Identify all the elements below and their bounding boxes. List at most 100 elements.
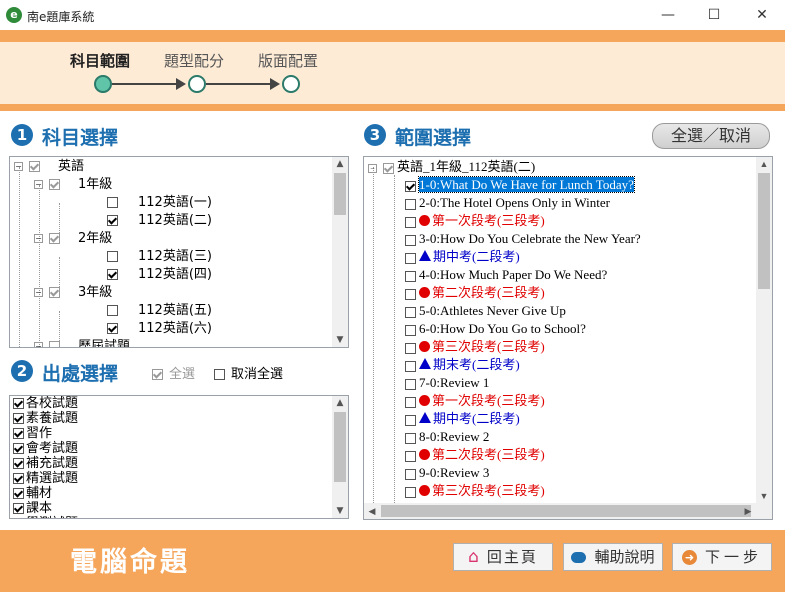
checkbox-icon[interactable] xyxy=(13,413,24,424)
checkbox-icon[interactable] xyxy=(405,216,416,228)
subject-tree-item[interactable]: 112英語(四) xyxy=(54,266,212,284)
checkbox-icon[interactable] xyxy=(13,398,24,409)
range-tree-vscrollbar[interactable]: ▲ ▼ xyxy=(756,157,772,503)
source-list-scrollbar[interactable]: ▲ ▼ xyxy=(332,396,348,518)
select-all-sources-checkbox[interactable]: 全選 xyxy=(152,363,195,382)
subject-tree-item[interactable]: − 1年級 xyxy=(34,176,112,194)
checkbox-icon[interactable] xyxy=(405,414,416,426)
checkbox-icon[interactable] xyxy=(405,486,416,498)
range-tree-item[interactable]: 8-0:Review 2 xyxy=(405,428,489,446)
subject-tree-item[interactable]: − 英語 xyxy=(14,158,84,176)
range-tree-item[interactable]: 第一次段考(三段考) xyxy=(405,392,545,410)
range-tree-item[interactable]: 第三次段考(三段考) xyxy=(405,482,545,500)
checkbox-icon[interactable] xyxy=(405,468,416,480)
range-tree-item[interactable]: 6-0:How Do You Go to School? xyxy=(405,320,586,338)
checkbox-icon[interactable] xyxy=(107,215,118,226)
checkbox-icon[interactable] xyxy=(405,234,416,246)
subject-tree-item[interactable]: 112英語(二) xyxy=(54,212,212,230)
checkbox-icon[interactable] xyxy=(13,443,24,454)
scroll-up-icon[interactable]: ▲ xyxy=(756,157,772,171)
range-tree-item[interactable]: 第一次段考(三段考) xyxy=(405,212,545,230)
source-list[interactable]: 各校試題素養試題習作會考試題補充試題精選試題輔材課本學測試題 ▲ ▼ xyxy=(9,395,349,519)
range-tree-item[interactable]: 期中考(二段考) xyxy=(405,248,520,266)
checkbox-icon[interactable] xyxy=(49,287,60,298)
checkbox-icon[interactable] xyxy=(13,428,24,439)
collapse-icon[interactable]: − xyxy=(368,163,377,173)
source-list-item[interactable]: 素養試題 xyxy=(13,411,78,426)
checkbox-icon[interactable] xyxy=(13,518,24,519)
subject-tree-item[interactable]: 112英語(一) xyxy=(54,194,212,212)
checkbox-icon[interactable] xyxy=(405,270,416,282)
checkbox-icon[interactable] xyxy=(13,488,24,499)
range-tree-item[interactable]: 7-0:Review 1 xyxy=(405,374,489,392)
checkbox-icon[interactable] xyxy=(405,378,416,390)
range-tree-item[interactable]: 期中考(二段考) xyxy=(405,410,520,428)
scroll-left-icon[interactable]: ◀ xyxy=(364,504,380,518)
checkbox-icon[interactable] xyxy=(405,288,416,300)
range-tree-item[interactable]: 2-0:The Hotel Opens Only in Winter xyxy=(405,194,610,212)
help-button[interactable]: 輔助說明 xyxy=(563,543,663,571)
checkbox-icon[interactable] xyxy=(107,305,118,316)
checkbox-icon[interactable] xyxy=(107,269,118,280)
checkbox-icon[interactable] xyxy=(405,252,416,264)
scroll-up-icon[interactable]: ▲ xyxy=(332,157,348,171)
source-list-item[interactable]: 學測試題 xyxy=(13,516,78,519)
range-tree-root[interactable]: − 英語_1年級_112英語(二) xyxy=(368,158,535,176)
subject-tree[interactable]: − 英語 − 1年級 112英語(一) 112英語(二) − 2年級 112英語(三) 112英語… xyxy=(9,156,349,348)
range-tree-item[interactable]: 第三次段考(三段考) xyxy=(405,338,545,356)
range-tree-item[interactable]: 4-0:How Much Paper Do We Need? xyxy=(405,266,607,284)
deselect-all-sources-checkbox[interactable]: 取消全選 xyxy=(214,363,283,382)
scroll-down-icon[interactable]: ▼ xyxy=(332,333,348,347)
range-tree-item[interactable]: 第二次段考(三段考) xyxy=(405,284,545,302)
source-list-item[interactable]: 各校試題 xyxy=(13,396,78,411)
subject-tree-item[interactable]: − 歷屆試題 xyxy=(34,338,130,347)
subject-tree-scrollbar[interactable]: ▲ ▼ xyxy=(332,157,348,347)
checkbox-icon[interactable] xyxy=(405,396,416,408)
range-tree[interactable]: − 英語_1年級_112英語(二) 1-0:What Do We Have for … xyxy=(363,156,773,520)
collapse-icon[interactable]: − xyxy=(34,342,43,347)
close-button[interactable]: ✕ xyxy=(739,0,785,30)
checkbox-icon[interactable] xyxy=(405,324,416,336)
hscroll-thumb[interactable] xyxy=(381,505,751,517)
checkbox-icon[interactable] xyxy=(107,251,118,262)
checkbox-icon[interactable] xyxy=(405,360,416,372)
range-tree-item[interactable]: 1-0:What Do We Have for Lunch Today? xyxy=(405,176,635,194)
range-tree-item[interactable]: 第二次段考(三段考) xyxy=(405,446,545,464)
checkbox-icon[interactable] xyxy=(405,342,416,354)
scroll-thumb[interactable] xyxy=(334,173,346,215)
scroll-thumb[interactable] xyxy=(334,412,346,482)
minimize-button[interactable]: — xyxy=(645,0,691,30)
checkbox-icon[interactable] xyxy=(405,432,416,444)
checkbox-icon[interactable] xyxy=(29,161,40,172)
source-list-item[interactable]: 精選試題 xyxy=(13,471,78,486)
checkbox-icon[interactable] xyxy=(13,503,24,514)
scroll-up-icon[interactable]: ▲ xyxy=(332,396,348,410)
collapse-icon[interactable]: − xyxy=(34,288,43,297)
range-tree-item[interactable]: 期末考(二段考) xyxy=(405,356,520,374)
collapse-icon[interactable]: − xyxy=(34,180,43,189)
checkbox-icon[interactable] xyxy=(405,306,416,318)
scroll-down-icon[interactable]: ▼ xyxy=(332,504,348,518)
subject-tree-item[interactable]: 112英語(六) xyxy=(54,320,212,338)
collapse-icon[interactable]: − xyxy=(14,162,23,171)
subject-tree-item[interactable]: 112英語(五) xyxy=(54,302,212,320)
checkbox-icon[interactable] xyxy=(107,323,118,334)
checkbox-icon[interactable] xyxy=(49,233,60,244)
checkbox-icon[interactable] xyxy=(13,458,24,469)
subject-tree-item[interactable]: − 2年級 xyxy=(34,230,112,248)
home-button[interactable]: ⌂ 回主頁 xyxy=(453,543,553,571)
source-list-item[interactable]: 課本 xyxy=(13,501,52,516)
next-button[interactable]: ➜ 下一步 xyxy=(672,543,772,571)
checkbox-icon[interactable] xyxy=(107,197,118,208)
scroll-right-icon[interactable]: ▶ xyxy=(740,504,756,518)
source-list-item[interactable]: 會考試題 xyxy=(13,441,78,456)
checkbox-icon[interactable] xyxy=(405,198,416,210)
subject-tree-item[interactable]: − 3年級 xyxy=(34,284,112,302)
range-tree-item[interactable]: 5-0:Athletes Never Give Up xyxy=(405,302,566,320)
checkbox-icon[interactable] xyxy=(405,180,416,192)
checkbox-icon[interactable] xyxy=(49,179,60,190)
checkbox-icon[interactable] xyxy=(405,450,416,462)
scroll-thumb[interactable] xyxy=(758,173,770,289)
range-tree-hscrollbar[interactable]: ◀ ▶ xyxy=(364,503,772,519)
maximize-button[interactable]: ☐ xyxy=(691,0,737,30)
